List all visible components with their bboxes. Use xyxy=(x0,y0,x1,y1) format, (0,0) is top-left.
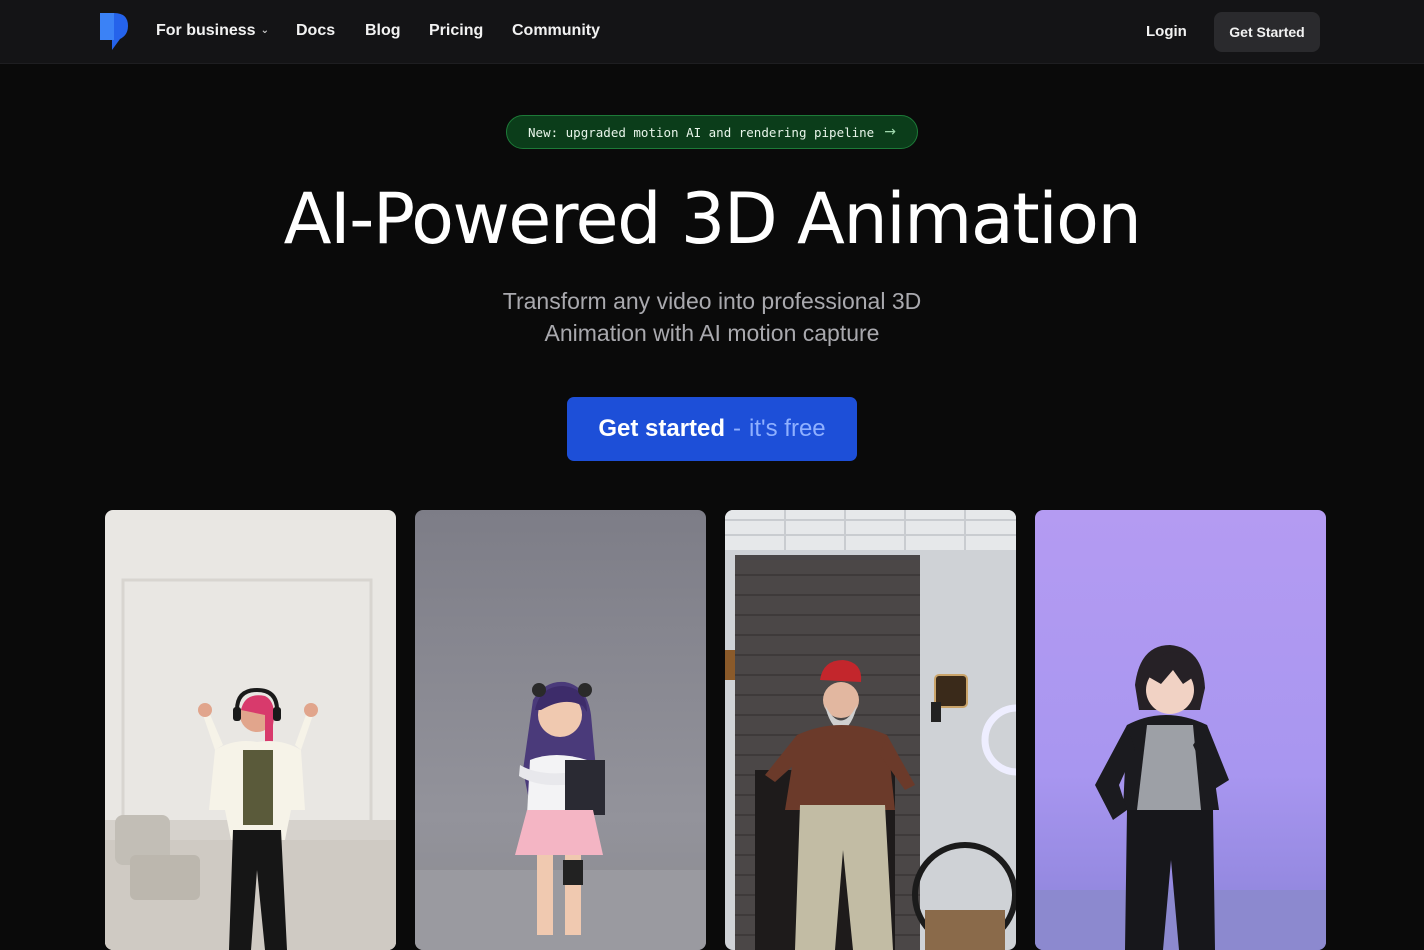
get-started-free-button[interactable]: Get started - it's free xyxy=(567,397,857,461)
announcement-pill[interactable]: New: upgraded motion AI and rendering pi… xyxy=(506,115,918,149)
top-navbar: For business ⌄ Docs Blog Pricing Communit… xyxy=(0,0,1424,64)
showcase-card-woman-dancing[interactable] xyxy=(105,510,396,950)
nav-blog[interactable]: Blog xyxy=(365,22,401,40)
chevron-down-icon: ⌄ xyxy=(260,25,269,36)
get-started-nav-button[interactable]: Get Started xyxy=(1214,12,1320,52)
hero-title: AI-Powered 3D Animation xyxy=(283,178,1142,260)
announcement-text: New: upgraded motion AI and rendering pi… xyxy=(528,124,875,140)
nav-community[interactable]: Community xyxy=(512,22,600,40)
cta-main-label: Get started xyxy=(598,415,726,442)
showcase-card-man-dancing[interactable] xyxy=(725,510,1016,950)
arrow-right-icon: → xyxy=(884,124,896,140)
hero-subtitle: Transform any video into professional 3D… xyxy=(502,288,922,346)
showcase-card-anime-boy[interactable] xyxy=(1035,510,1326,950)
cta-separator: - xyxy=(733,415,742,442)
nav-for-business[interactable]: For business ⌄ xyxy=(156,22,269,40)
nav-pricing[interactable]: Pricing xyxy=(429,22,483,40)
nav-for-business-label: For business xyxy=(156,22,256,39)
nav-docs[interactable]: Docs xyxy=(296,22,335,40)
brand-logo-icon[interactable] xyxy=(100,13,128,50)
cta-free-label: it's free xyxy=(749,415,826,442)
login-link[interactable]: Login xyxy=(1146,23,1187,40)
showcase-card-anime-girl[interactable] xyxy=(415,510,706,950)
